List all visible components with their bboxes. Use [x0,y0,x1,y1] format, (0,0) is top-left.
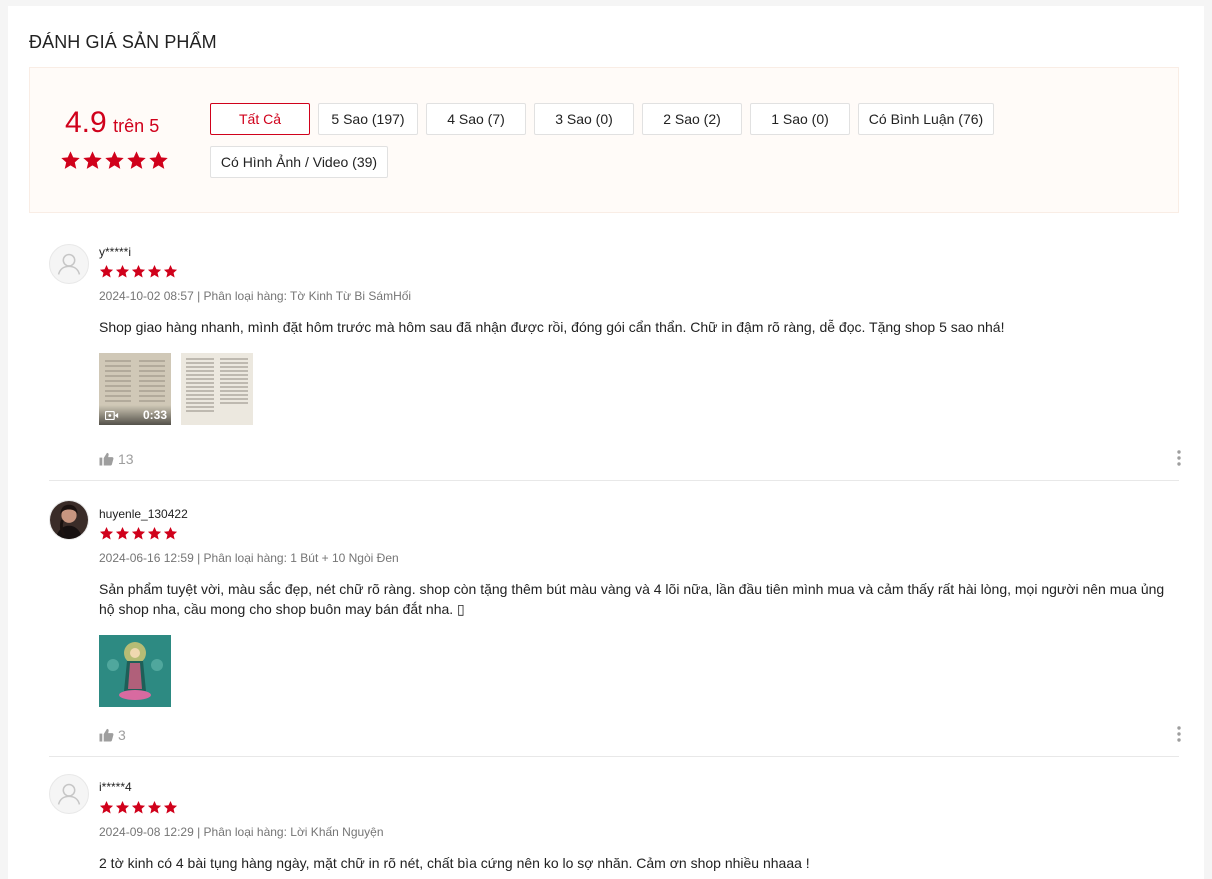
filter-3-stars[interactable]: 3 Sao (0) [534,103,634,135]
star-icon [99,526,114,541]
review-username: i*****4 [99,780,132,794]
filter-all[interactable]: Tất Cả [210,103,310,135]
review-text: Shop giao hàng nhanh, mình đặt hôm trước… [99,319,1005,335]
review-meta: 2024-06-16 12:59 | Phân loại hàng: 1 Bút… [99,551,399,565]
review-stars [99,800,178,815]
filter-1-star[interactable]: 1 Sao (0) [750,103,850,135]
more-vertical-icon[interactable] [1171,448,1187,468]
review-text: Sản phẩm tuyệt vời, màu sắc đẹp, nét chữ… [99,581,1165,617]
video-overlay: 0:33 [99,405,171,425]
filter-with-media[interactable]: Có Hình Ảnh / Video (39) [210,146,388,178]
star-icon [115,800,130,815]
like-count: 13 [118,451,134,467]
filter-4-stars[interactable]: 4 Sao (7) [426,103,526,135]
thumbs-up-icon [99,728,114,742]
review-image-thumbnail[interactable] [181,353,253,425]
like-count: 3 [118,727,126,743]
rating-score: 4.9 trên 5 [65,106,159,140]
filter-5-stars[interactable]: 5 Sao (197) [318,103,418,135]
star-icon [147,526,162,541]
video-camera-icon [105,410,119,420]
filter-with-comments[interactable]: Có Bình Luận (76) [858,103,994,135]
review-divider [49,480,1179,481]
review-meta: 2024-10-02 08:57 | Phân loại hàng: Tờ Ki… [99,289,412,303]
star-icon [131,264,146,279]
star-icon [148,150,169,171]
review-media [99,635,171,707]
like-button[interactable]: 13 [99,451,134,467]
review-media: 0:33 [99,353,253,425]
user-photo-avatar [50,501,88,539]
review-username: huyenle_130422 [99,507,188,521]
review-meta: 2024-09-08 12:29 | Phân loại hàng: Lời K… [99,825,384,839]
avatar[interactable] [49,774,89,814]
avatar[interactable] [49,500,89,540]
review-image [99,635,171,707]
star-icon [115,264,130,279]
default-avatar-icon [57,253,81,275]
star-icon [115,526,130,541]
star-icon [104,150,125,171]
review-stars [99,526,178,541]
star-icon [147,800,162,815]
default-avatar-icon [57,783,81,805]
star-icon [163,264,178,279]
review-stars [99,264,178,279]
review-text: 2 tờ kinh có 4 bài tụng hàng ngày, mặt c… [99,855,810,871]
star-icon [60,150,81,171]
section-title: ĐÁNH GIÁ SẢN PHẨM [29,32,217,52]
review-username: y*****i [99,245,132,259]
rating-stars [60,150,169,171]
rating-score-value: 4.9 [65,106,107,139]
review-image [181,353,253,425]
star-icon [147,264,162,279]
video-duration: 0:33 [142,408,167,422]
star-icon [82,150,103,171]
like-button[interactable]: 3 [99,727,126,743]
review-image-thumbnail[interactable] [99,635,171,707]
star-icon [163,526,178,541]
review-divider [49,756,1179,757]
rating-overview: 4.9 trên 5 Tất Cả 5 Sao (197) 4 Sao (7) … [29,67,1179,213]
product-reviews-card: ĐÁNH GIÁ SẢN PHẨM 4.9 trên 5 Tất Cả 5 Sa… [8,6,1204,879]
star-icon [131,526,146,541]
thumbs-up-icon [99,452,114,466]
avatar[interactable] [49,244,89,284]
rating-score-suffix: trên 5 [113,116,160,136]
more-vertical-icon[interactable] [1171,724,1187,744]
star-icon [99,800,114,815]
star-icon [131,800,146,815]
review-video-thumbnail[interactable]: 0:33 [99,353,171,425]
filter-2-stars[interactable]: 2 Sao (2) [642,103,742,135]
star-icon [99,264,114,279]
star-icon [126,150,147,171]
star-icon [163,800,178,815]
